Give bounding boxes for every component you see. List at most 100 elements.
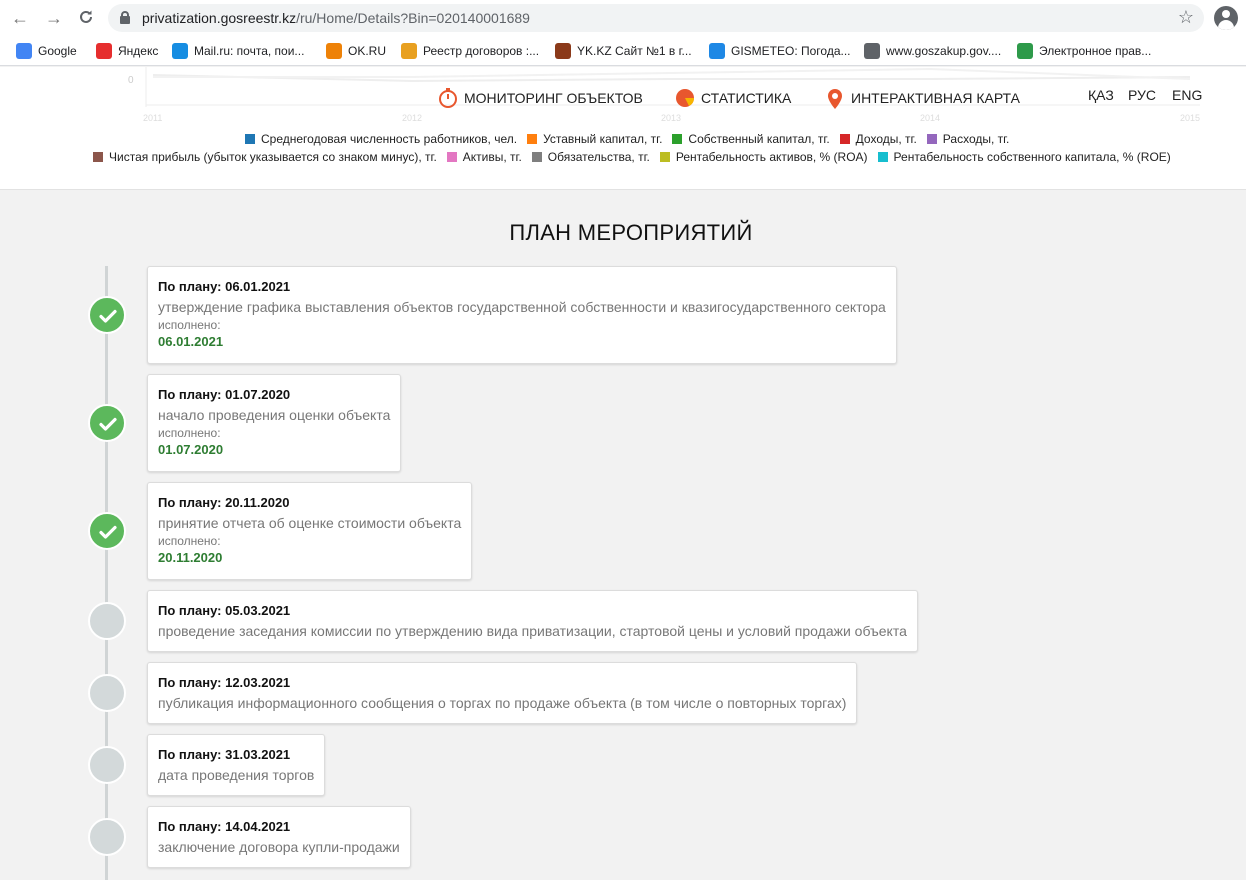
- legend-swatch: [926, 134, 937, 144]
- menu-statistics[interactable]: СТАТИСТИКА: [675, 87, 791, 109]
- bookmark-label: GISMETEO: Погода...: [731, 44, 851, 58]
- ok-icon: [326, 43, 342, 59]
- legend-swatch: [659, 152, 670, 162]
- done-label: исполнено:: [158, 426, 221, 440]
- chart-x-tick: 2013: [661, 113, 681, 123]
- legend-item[interactable]: Собственный капитал, тг.: [672, 132, 830, 146]
- site-header: 0 2011 2012 2013 2014 2015 МОНИТОРИНГ ОБ…: [0, 67, 1246, 190]
- forward-icon[interactable]: →: [44, 8, 64, 28]
- pie-chart-icon: [675, 88, 695, 108]
- done-label: исполнено:: [158, 534, 221, 548]
- bookmark-label: www.goszakup.gov....: [886, 44, 1002, 58]
- legend-swatch: [446, 152, 457, 162]
- event-description: принятие отчета об оценке стоимости объе…: [158, 515, 462, 531]
- bookmark-item[interactable]: Электронное прав...: [1017, 42, 1151, 60]
- legend-swatch: [93, 152, 103, 162]
- step-pending-marker: [88, 602, 126, 640]
- legend-item[interactable]: Расходы, тг.: [926, 132, 1010, 146]
- legend-swatch: [672, 134, 683, 144]
- bookmark-item[interactable]: Реестр договоров :...: [401, 42, 539, 60]
- step-done-marker: [88, 404, 126, 442]
- map-pin-icon: [825, 88, 845, 109]
- legend-item[interactable]: Уставный капитал, тг.: [527, 132, 662, 146]
- menu-monitoring-label: МОНИТОРИНГ ОБЪЕКТОВ: [464, 90, 643, 106]
- planned-date: По плану: 14.04.2021: [158, 819, 291, 834]
- back-icon[interactable]: ←: [10, 8, 30, 28]
- bookmark-item[interactable]: YK.KZ Сайт №1 в г...: [555, 42, 692, 60]
- plan-event-card: По плану: 01.07.2020 начало проведения оц…: [147, 374, 402, 472]
- legend-item[interactable]: Рентабельность активов, % (ROA): [659, 150, 868, 164]
- legend-label: Чистая прибыль (убыток указывается со зн…: [109, 150, 437, 164]
- legend-label: Расходы, тг.: [942, 132, 1010, 146]
- legend-item[interactable]: Доходы, тг.: [839, 132, 917, 146]
- bookmark-item[interactable]: Google: [16, 42, 77, 60]
- registry-icon: [401, 43, 417, 59]
- plan-event-card: По плану: 06.01.2021 утверждение графика …: [147, 266, 897, 364]
- legend-item[interactable]: Среднегодовая численность работников, че…: [245, 132, 517, 146]
- legend-label: Собственный капитал, тг.: [688, 132, 830, 146]
- step-done-marker: [88, 296, 126, 334]
- timeline-line: [105, 266, 108, 880]
- lang-rus-link[interactable]: РУС: [1128, 87, 1156, 103]
- legend-item[interactable]: Обязательства, тг.: [531, 150, 650, 164]
- reload-icon[interactable]: [76, 8, 96, 28]
- legend-swatch: [839, 134, 850, 144]
- step-done-marker: [88, 512, 126, 550]
- plan-event-card: По плану: 14.04.2021 заключение договора …: [147, 806, 411, 868]
- chart-x-tick: 2014: [920, 113, 940, 123]
- legend-swatch: [527, 134, 538, 144]
- lang-kaz-link[interactable]: ҚАЗ: [1088, 87, 1114, 103]
- bookmark-label: Электронное прав...: [1039, 44, 1152, 58]
- bookmark-item[interactable]: Mail.ru: почта, пои...: [172, 42, 304, 60]
- chart-x-tick: 2015: [1180, 113, 1200, 123]
- event-description: начало проведения оценки объекта: [158, 407, 391, 423]
- event-description: проведение заседания комиссии по утвержд…: [158, 623, 907, 639]
- done-date: 01.07.2020: [158, 442, 224, 457]
- bookmark-label: Реестр договоров :...: [423, 44, 540, 58]
- legend-label: Рентабельность собственного капитала, % …: [893, 150, 1171, 164]
- bookmark-item[interactable]: www.goszakup.gov....: [864, 42, 1001, 60]
- event-description: дата проведения торгов: [158, 767, 315, 783]
- planned-date: По плану: 06.01.2021: [158, 279, 291, 294]
- globe-icon: [864, 43, 880, 59]
- legend-label: Обязательства, тг.: [547, 150, 650, 164]
- step-pending-marker: [88, 818, 126, 856]
- url-text[interactable]: privatization.gosreestr.kz/ru/Home/Detai…: [142, 10, 530, 26]
- checkmark-icon: [99, 525, 117, 539]
- bookmark-label: Яндекс: [118, 44, 159, 58]
- legend-item[interactable]: Рентабельность собственного капитала, % …: [877, 150, 1171, 164]
- plan-event-card: По плану: 20.11.2020 принятие отчета об о…: [147, 482, 473, 580]
- bookmark-item[interactable]: OK.RU: [326, 42, 386, 60]
- plan-event-card: По плану: 12.03.2021 публикация информаци…: [147, 662, 858, 724]
- bookmark-label: YK.KZ Сайт №1 в г...: [577, 44, 692, 58]
- legend-label: Активы, тг.: [462, 150, 522, 164]
- lock-icon[interactable]: [120, 11, 130, 24]
- profile-avatar-icon[interactable]: [1214, 6, 1238, 30]
- menu-monitoring[interactable]: МОНИТОРИНГ ОБЪЕКТОВ: [438, 87, 643, 109]
- chart-legend-row-2: Чистая прибыль (убыток указывается со зн…: [93, 150, 1181, 164]
- browser-toolbar: ← → privatization.gosreestr.kz/ru/Home/D…: [0, 0, 1246, 36]
- yandex-icon: [96, 43, 112, 59]
- legend-label: Среднегодовая численность работников, че…: [261, 132, 518, 146]
- event-description: утверждение графика выставления объектов…: [158, 299, 886, 315]
- chart-x-tick: 2011: [143, 113, 162, 123]
- legend-swatch: [245, 134, 255, 144]
- bookmark-item[interactable]: GISMETEO: Погода...: [709, 42, 851, 60]
- lang-eng-link[interactable]: ENG: [1172, 87, 1202, 103]
- menu-map-label: ИНТЕРАКТИВНАЯ КАРТА: [851, 90, 1020, 106]
- menu-interactive-map[interactable]: ИНТЕРАКТИВНАЯ КАРТА: [825, 87, 1020, 109]
- yk-icon: [555, 43, 571, 59]
- bookmark-star-icon[interactable]: ☆: [1178, 7, 1194, 28]
- bookmark-item[interactable]: Яндекс: [96, 42, 158, 60]
- mailru-icon: [172, 43, 188, 59]
- legend-item[interactable]: Активы, тг.: [446, 150, 522, 164]
- legend-item[interactable]: Чистая прибыль (убыток указывается со зн…: [93, 150, 437, 164]
- legend-swatch: [877, 152, 888, 162]
- address-bar[interactable]: privatization.gosreestr.kz/ru/Home/Detai…: [108, 4, 1204, 32]
- step-pending-marker: [88, 674, 126, 712]
- plan-event-card: По плану: 31.03.2021 дата проведения торг…: [147, 734, 326, 796]
- bookmarks-bar: Google Яндекс Mail.ru: почта, пои... OK.RU Р…: [0, 36, 1246, 66]
- bookmark-label: OK.RU: [348, 44, 387, 58]
- legend-label: Уставный капитал, тг.: [543, 132, 663, 146]
- stopwatch-icon: [438, 88, 458, 108]
